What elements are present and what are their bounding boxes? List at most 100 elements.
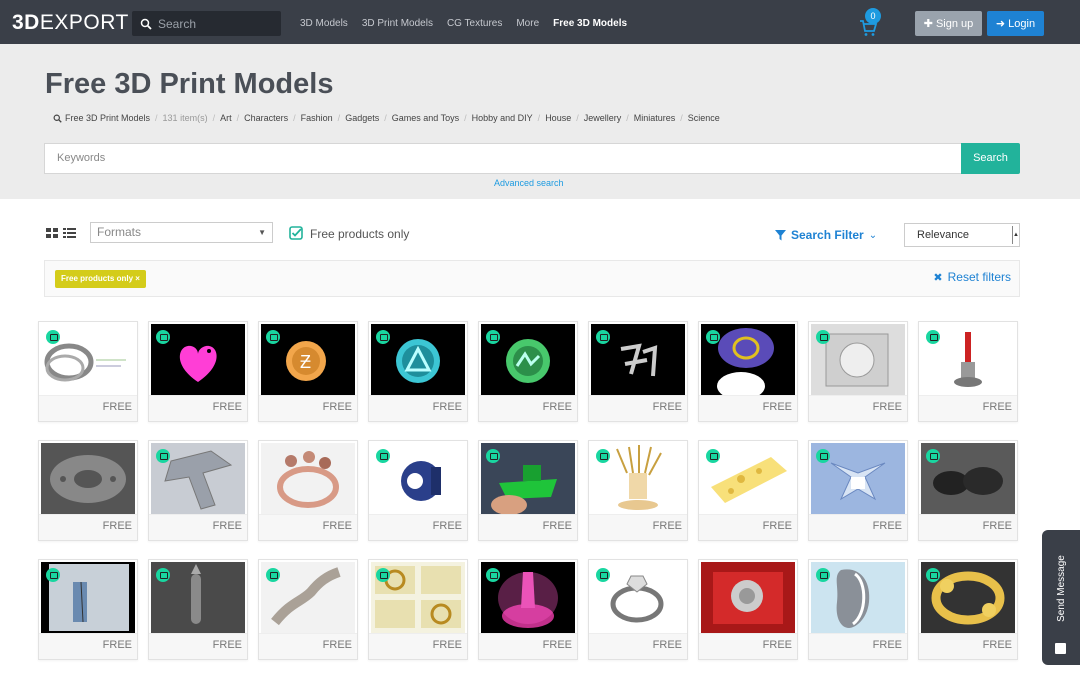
printer-icon xyxy=(376,568,390,582)
product-card[interactable]: FREE xyxy=(368,440,468,541)
plus-icon: ✚ xyxy=(923,18,933,30)
send-message-tab[interactable]: Send Message xyxy=(1042,530,1080,665)
printer-icon xyxy=(376,449,390,463)
product-card[interactable]: FREE xyxy=(808,440,908,541)
category-gadgets[interactable]: Gadgets xyxy=(345,113,379,123)
free-only-label[interactable]: Free products only xyxy=(310,227,409,241)
breadcrumb-root[interactable]: Free 3D Print Models xyxy=(65,113,150,123)
keywords-search-button[interactable]: Search xyxy=(961,143,1020,174)
price-label: FREE xyxy=(699,514,797,540)
envelope-icon xyxy=(1055,643,1066,654)
product-card[interactable]: FREE xyxy=(698,440,798,541)
product-card[interactable]: FREE xyxy=(808,559,908,660)
login-button[interactable]: ➜ Login xyxy=(987,11,1044,36)
price-label: FREE xyxy=(589,514,687,540)
grid-view-icon[interactable] xyxy=(46,228,58,238)
printer-icon xyxy=(926,330,940,344)
printer-icon xyxy=(706,449,720,463)
category-house[interactable]: House xyxy=(545,113,571,123)
nav-cg-textures[interactable]: CG Textures xyxy=(447,18,502,29)
sort-select[interactable]: Relevance ▲ xyxy=(904,223,1020,247)
price-label: FREE xyxy=(809,633,907,659)
list-view-icon[interactable] xyxy=(63,228,76,238)
category-science[interactable]: Science xyxy=(688,113,720,123)
product-card[interactable]: FREE xyxy=(368,321,468,422)
close-icon: ✖ xyxy=(933,271,943,284)
printer-icon xyxy=(266,330,280,344)
formats-select[interactable]: Formats ▼ xyxy=(90,222,273,243)
product-card[interactable]: FREE xyxy=(148,440,248,541)
product-thumbnail[interactable] xyxy=(701,562,795,633)
product-card[interactable]: FREE xyxy=(38,440,138,541)
category-games-and-toys[interactable]: Games and Toys xyxy=(392,113,459,123)
printer-icon xyxy=(816,330,830,344)
price-label: FREE xyxy=(39,514,137,540)
product-thumbnail[interactable] xyxy=(41,443,135,514)
formats-label: Formats xyxy=(97,225,142,239)
product-card[interactable]: FREE xyxy=(258,559,358,660)
price-label: FREE xyxy=(479,633,577,659)
product-card[interactable]: FREE xyxy=(478,321,578,422)
product-card[interactable]: FREE xyxy=(258,440,358,541)
category-fashion[interactable]: Fashion xyxy=(301,113,333,123)
product-card[interactable]: FREE xyxy=(38,559,138,660)
login-label: Login xyxy=(1008,17,1036,30)
product-card[interactable]: FREE xyxy=(478,559,578,660)
price-label: FREE xyxy=(809,514,907,540)
close-icon[interactable]: × xyxy=(135,274,140,283)
price-label: FREE xyxy=(149,633,247,659)
product-card[interactable]: FREE xyxy=(588,321,688,422)
printer-icon xyxy=(156,449,170,463)
category-miniatures[interactable]: Miniatures xyxy=(634,113,676,123)
printer-icon xyxy=(46,568,60,582)
send-message-text-wrap: Send Message xyxy=(1044,538,1078,638)
price-label: FREE xyxy=(919,633,1017,659)
main-nav: 3D Models 3D Print Models CG Textures Mo… xyxy=(300,18,627,29)
nav-3d-print-models[interactable]: 3D Print Models xyxy=(362,18,433,29)
nav-more[interactable]: More xyxy=(516,18,539,29)
active-filters-bar: Free products only × ✖ Reset filters xyxy=(44,260,1020,297)
chevron-down-icon: ▼ xyxy=(258,228,266,237)
signup-button[interactable]: ✚ Sign up xyxy=(915,11,982,36)
advanced-search-link[interactable]: Advanced search xyxy=(494,178,564,188)
price-label: FREE xyxy=(369,633,467,659)
filter-chip-free-only[interactable]: Free products only × xyxy=(55,270,146,288)
free-only-checkbox[interactable] xyxy=(289,226,303,240)
price-label: FREE xyxy=(369,395,467,421)
product-card[interactable]: FREE xyxy=(38,321,138,422)
product-card[interactable]: FREE xyxy=(918,559,1018,660)
product-card[interactable]: FREE xyxy=(588,440,688,541)
category-characters[interactable]: Characters xyxy=(244,113,288,123)
product-card[interactable]: FREE xyxy=(918,321,1018,422)
nav-free-3d-models[interactable]: Free 3D Models xyxy=(553,18,627,29)
price-label: FREE xyxy=(39,633,137,659)
price-label: FREE xyxy=(39,395,137,421)
printer-icon xyxy=(596,330,610,344)
product-card[interactable]: FREE xyxy=(698,559,798,660)
reset-filters-button[interactable]: ✖ Reset filters xyxy=(933,270,1011,284)
category-art[interactable]: Art xyxy=(220,113,232,123)
product-card[interactable]: FREE xyxy=(148,559,248,660)
product-card[interactable]: FREE xyxy=(918,440,1018,541)
cart-button[interactable]: 0 xyxy=(858,8,882,36)
product-card[interactable]: FREE xyxy=(698,321,798,422)
header-search-input[interactable]: Search xyxy=(132,11,281,36)
printer-icon xyxy=(706,330,720,344)
nav-3d-models[interactable]: 3D Models xyxy=(300,18,348,29)
product-card[interactable]: FREE xyxy=(588,559,688,660)
chevron-down-icon: ⌄ xyxy=(868,229,878,241)
product-card[interactable]: FREE xyxy=(478,440,578,541)
keywords-input[interactable]: Keywords xyxy=(44,143,961,174)
search-filter-toggle[interactable]: Search Filter ⌄ xyxy=(775,228,877,242)
product-card[interactable]: FREE xyxy=(368,559,468,660)
product-card[interactable]: Ƶ FREE xyxy=(258,321,358,422)
site-logo[interactable]: 3DEXPORT xyxy=(12,11,129,35)
product-thumbnail[interactable] xyxy=(261,443,355,514)
product-card[interactable]: FREE xyxy=(148,321,248,422)
product-card[interactable]: FREE xyxy=(808,321,908,422)
printer-icon xyxy=(376,330,390,344)
category-hobby-and-diy[interactable]: Hobby and DIY xyxy=(472,113,533,123)
category-jewellery[interactable]: Jewellery xyxy=(584,113,622,123)
printer-icon xyxy=(46,330,60,344)
svg-text:Ƶ: Ƶ xyxy=(300,352,311,372)
